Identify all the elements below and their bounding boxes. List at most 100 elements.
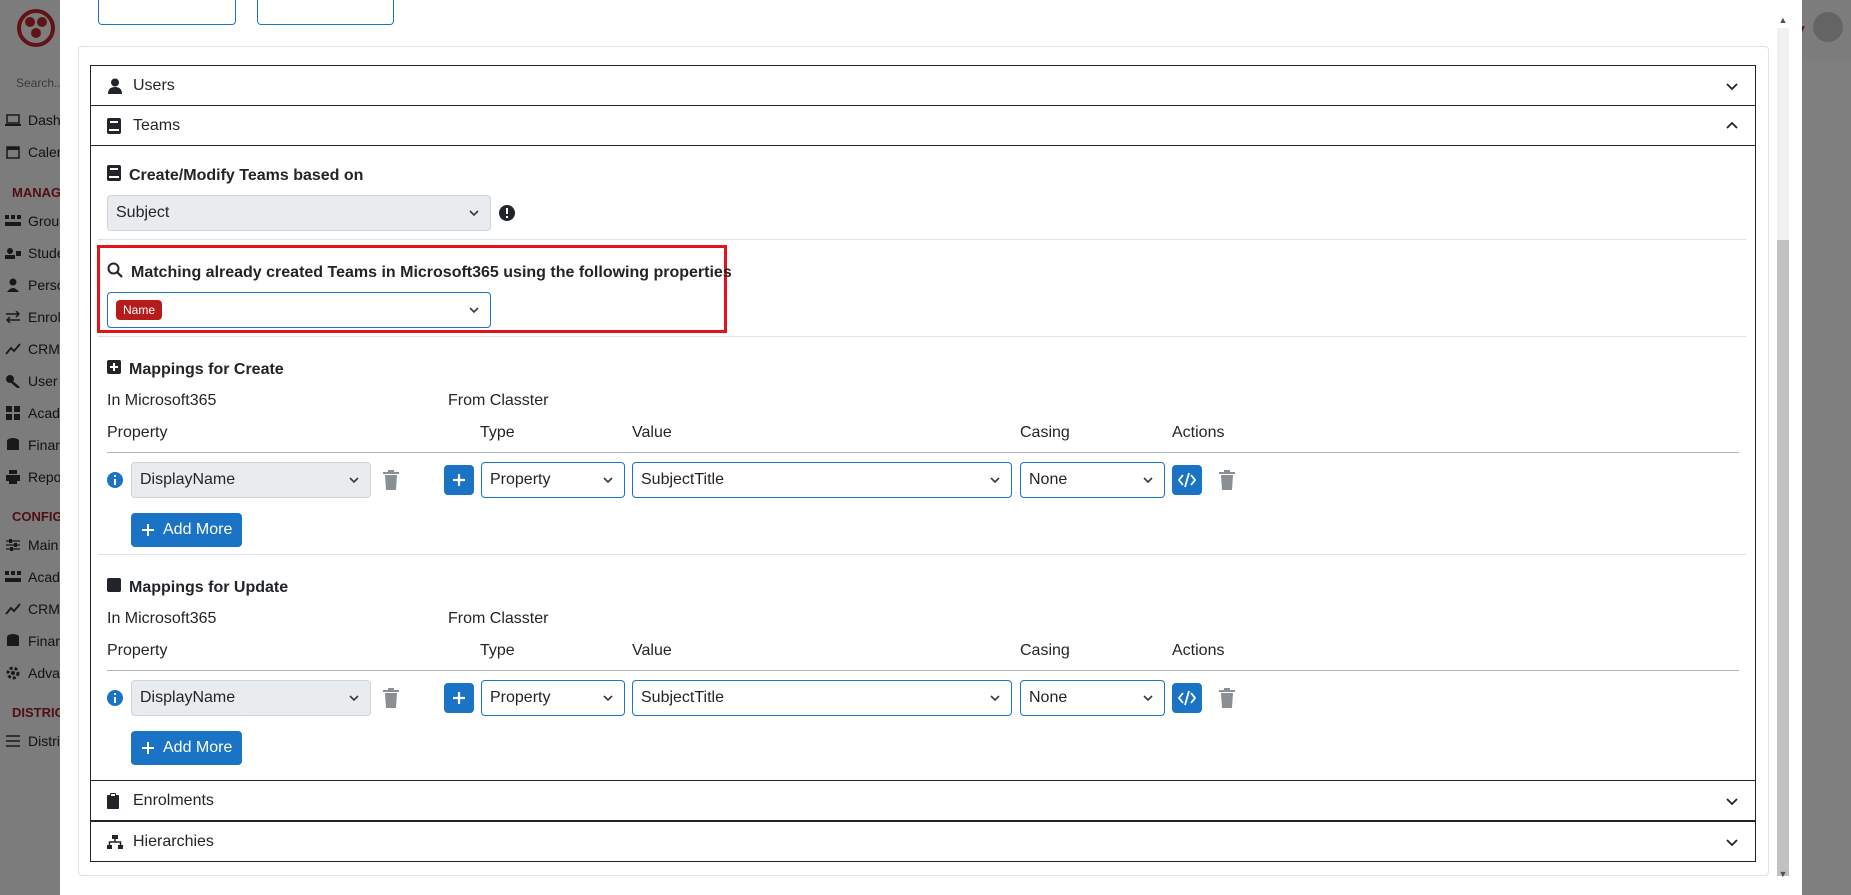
exchange-icon xyxy=(4,310,22,324)
modal-scrollbar[interactable]: ▲ ▼ xyxy=(1773,14,1789,880)
user-icon xyxy=(107,78,125,94)
sidebar-item-persons[interactable]: Perso xyxy=(4,277,62,293)
create-value-select[interactable]: SubjectTitle xyxy=(632,462,1012,498)
trash-icon[interactable] xyxy=(382,688,400,708)
col-from-classter: From Classter xyxy=(448,392,549,409)
accordion-teams-header[interactable]: Teams xyxy=(91,106,1755,146)
add-mapping-button[interactable] xyxy=(444,465,474,495)
trash-icon[interactable] xyxy=(1218,688,1236,708)
exclamation-circle-icon[interactable] xyxy=(499,205,515,221)
grid-icon xyxy=(4,406,22,420)
update-value-select[interactable]: SubjectTitle xyxy=(632,680,1012,716)
sidebar-item-financial-config[interactable]: Finan xyxy=(4,633,62,649)
trash-icon[interactable] xyxy=(1218,470,1236,490)
scrollbar-thumb[interactable] xyxy=(1777,240,1789,876)
col-type: Type xyxy=(480,424,515,441)
col-property: Property xyxy=(107,424,168,441)
sidebar-item-main[interactable]: Main xyxy=(4,537,58,553)
accordion-enrolments[interactable]: Enrolments xyxy=(90,780,1756,821)
chevron-down-icon[interactable] xyxy=(1725,79,1739,93)
col-casing: Casing xyxy=(1020,424,1070,441)
col-value: Value xyxy=(632,424,672,441)
users-icon xyxy=(4,214,22,228)
plus-icon xyxy=(453,474,465,486)
divider xyxy=(98,239,1746,240)
chevron-down-icon[interactable] xyxy=(1725,794,1739,808)
students-icon xyxy=(4,246,22,260)
laptop-icon xyxy=(4,113,22,127)
col-in-m365: In Microsoft365 xyxy=(107,610,217,627)
table-header-divider xyxy=(107,452,1739,453)
sidebar-item-user-access[interactable]: User A xyxy=(4,373,62,389)
code-icon xyxy=(1178,690,1196,706)
plus-icon xyxy=(142,742,154,754)
classter-logo xyxy=(17,9,55,47)
sidebar-item-crm-settings[interactable]: CRM S xyxy=(4,601,62,617)
update-property-select[interactable]: DisplayName xyxy=(131,680,371,716)
trash-icon[interactable] xyxy=(382,470,400,490)
create-type-select[interactable]: Property xyxy=(481,462,625,498)
create-casing-select[interactable]: None xyxy=(1020,462,1165,498)
chevron-down-icon xyxy=(349,477,359,484)
sidebar-item-district[interactable]: Distri xyxy=(4,733,60,749)
scroll-down-icon[interactable]: ▼ xyxy=(1777,868,1789,880)
sidebar-item-crm[interactable]: CRM xyxy=(4,341,60,357)
person-icon xyxy=(4,278,22,292)
divider xyxy=(98,336,1746,337)
col-value: Value xyxy=(632,642,672,659)
code-button[interactable] xyxy=(1172,465,1202,495)
sliders-icon xyxy=(4,538,22,552)
list-icon xyxy=(4,734,22,748)
create-property-select[interactable]: DisplayName xyxy=(131,462,371,498)
create-modify-select[interactable]: Subject xyxy=(107,195,491,231)
table-header-divider xyxy=(107,670,1739,671)
sidebar-item-enrolments[interactable]: Enrol xyxy=(4,309,61,325)
gear-icon xyxy=(4,666,22,680)
chart-icon xyxy=(4,342,22,356)
sidebar-search[interactable]: Search... xyxy=(16,76,62,90)
selected-property-badge[interactable]: Name xyxy=(116,300,163,320)
info-circle-icon[interactable] xyxy=(107,690,123,706)
chevron-down-icon[interactable] xyxy=(1725,835,1739,849)
info-circle-icon[interactable] xyxy=(107,472,123,488)
plus-icon xyxy=(142,524,154,536)
top-action-button-2[interactable] xyxy=(257,0,394,25)
book-icon xyxy=(107,165,121,186)
sidebar-item-students[interactable]: Stude xyxy=(4,245,62,261)
col-from-classter: From Classter xyxy=(448,610,549,627)
chevron-down-icon xyxy=(603,695,613,702)
matching-title: Matching already created Teams in Micros… xyxy=(107,262,732,283)
database-icon xyxy=(4,634,22,648)
add-more-create-button[interactable]: Add More xyxy=(131,513,243,547)
accordion-hierarchies-label: Hierarchies xyxy=(133,833,214,850)
book-icon xyxy=(107,117,125,134)
sidebar-item-advanced[interactable]: Advan xyxy=(4,665,62,681)
sidebar-header-manage: MANAG xyxy=(12,185,62,200)
create-modify-title: Create/Modify Teams based on xyxy=(107,165,363,186)
sidebar-item-reports[interactable]: Repor xyxy=(4,469,62,485)
divider xyxy=(98,554,1746,555)
matching-properties-select[interactable]: Name xyxy=(107,292,491,328)
scroll-up-icon[interactable]: ▲ xyxy=(1777,14,1789,26)
sidebar-item-dashboard[interactable]: Dashb xyxy=(4,112,62,128)
sidebar-item-calendar[interactable]: Calen xyxy=(4,144,62,160)
accordion-enrolments-label: Enrolments xyxy=(133,792,214,809)
chevron-up-icon[interactable] xyxy=(1725,119,1739,133)
code-button[interactable] xyxy=(1172,683,1202,713)
sidebar-item-groups[interactable]: Group xyxy=(4,213,62,229)
accordion-users[interactable]: Users xyxy=(90,65,1756,106)
accordion-hierarchies[interactable]: Hierarchies xyxy=(90,821,1756,862)
add-mapping-button[interactable] xyxy=(444,683,474,713)
search-icon xyxy=(107,262,123,283)
top-action-button-1[interactable] xyxy=(98,0,236,25)
add-more-update-button[interactable]: Add More xyxy=(131,731,243,765)
mappings-create-title: Mappings for Create xyxy=(107,360,284,379)
sidebar-item-financial[interactable]: Finan xyxy=(4,437,62,453)
sidebar-item-academic[interactable]: Acade xyxy=(4,405,62,421)
square-icon xyxy=(107,578,121,597)
sidebar-item-academic-config[interactable]: Acade xyxy=(4,569,62,585)
update-casing-select[interactable]: None xyxy=(1020,680,1165,716)
chart-icon xyxy=(4,602,22,616)
update-type-select[interactable]: Property xyxy=(481,680,625,716)
database-icon xyxy=(4,438,22,452)
